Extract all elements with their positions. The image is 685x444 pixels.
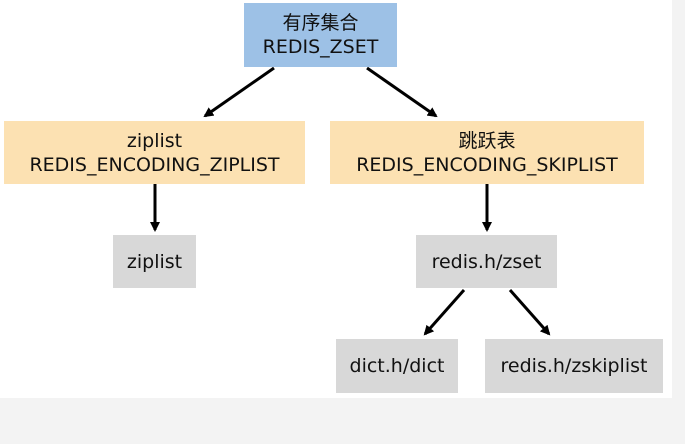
dict-structure-node: dict.h/dict — [336, 339, 458, 393]
skiplist-encoding-constant: REDIS_ENCODING_SKIPLIST — [356, 153, 618, 176]
bottom-margin-strip — [0, 398, 672, 444]
ziplist-structure-node: ziplist — [113, 235, 196, 288]
root-node-title: 有序集合 — [282, 12, 359, 34]
zset-encoding-diagram: 有序集合 REDIS_ZSET ziplist REDIS_ENCODING_Z… — [0, 0, 672, 398]
right-margin-strip — [672, 0, 685, 444]
zset-structure-label: redis.h/zset — [431, 250, 542, 273]
skiplist-encoding-title: 跳跃表 — [458, 129, 516, 152]
dict-structure-label: dict.h/dict — [349, 355, 445, 377]
edge-zset-to-dict — [423, 289, 466, 336]
edge-zset-to-zskiplist — [508, 289, 551, 336]
ziplist-encoding-title: ziplist — [126, 129, 183, 152]
edge-root-to-ziplist-encoding — [203, 66, 275, 118]
zset-structure-node: redis.h/zset — [416, 235, 557, 288]
root-node-type: REDIS_ZSET — [262, 36, 379, 58]
root-node-zset: 有序集合 REDIS_ZSET — [244, 3, 397, 67]
ziplist-encoding-node: ziplist REDIS_ENCODING_ZIPLIST — [4, 121, 305, 184]
edge-root-to-skiplist-encoding — [366, 66, 438, 118]
ziplist-structure-label: ziplist — [126, 250, 183, 273]
skiplist-encoding-node: 跳跃表 REDIS_ENCODING_SKIPLIST — [330, 121, 644, 184]
ziplist-encoding-constant: REDIS_ENCODING_ZIPLIST — [29, 153, 280, 176]
zskiplist-structure-node: redis.h/zskiplist — [485, 339, 663, 393]
zskiplist-structure-label: redis.h/zskiplist — [500, 355, 648, 377]
